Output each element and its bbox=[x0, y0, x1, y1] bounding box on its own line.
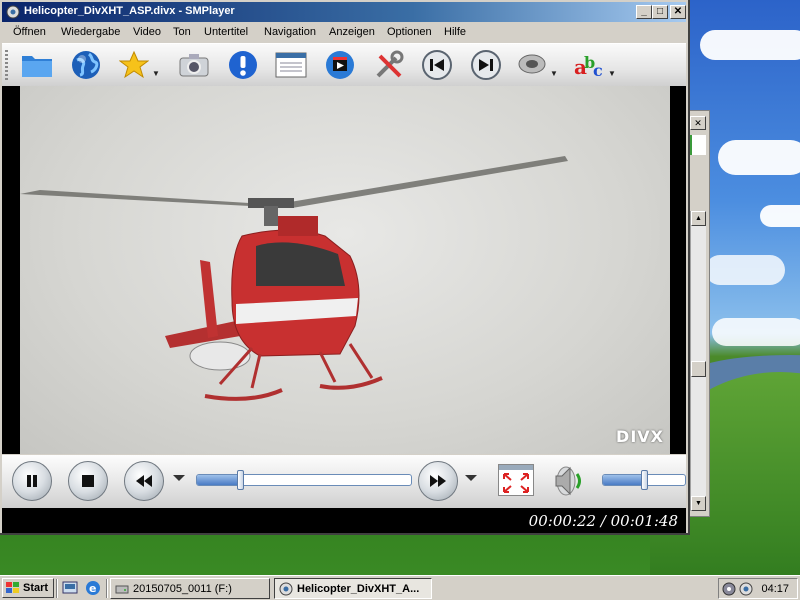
menu-video[interactable]: Video bbox=[133, 26, 161, 38]
fullscreen-icon[interactable] bbox=[498, 464, 534, 496]
svg-text:e: e bbox=[89, 582, 96, 595]
scroll-thumb[interactable] bbox=[691, 361, 706, 377]
minimize-button[interactable]: _ bbox=[636, 5, 652, 19]
menu-help[interactable]: Hilfe bbox=[444, 26, 466, 38]
show-desktop-icon[interactable] bbox=[62, 580, 78, 596]
window-title: Helicopter_DivXHT_ASP.divx - SMPlayer bbox=[24, 5, 235, 17]
clock: 04:17 bbox=[761, 583, 789, 595]
title-bar[interactable]: Helicopter_DivXHT_ASP.divx - SMPlayer _ … bbox=[2, 2, 686, 22]
info-icon[interactable] bbox=[226, 48, 260, 82]
video-area[interactable]: DIVX bbox=[2, 86, 686, 454]
background-window-content bbox=[690, 135, 706, 155]
taskbar-separator bbox=[56, 579, 58, 598]
taskbar-item-label: 20150705_0011 (F:) bbox=[133, 582, 232, 595]
start-button[interactable]: Start bbox=[2, 578, 54, 598]
taskbar-item-label: Helicopter_DivXHT_A... bbox=[297, 582, 420, 595]
menu-open[interactable]: Öffnen bbox=[13, 26, 46, 38]
internet-explorer-icon[interactable]: e bbox=[85, 580, 101, 596]
cloud bbox=[712, 318, 800, 346]
rewind-button[interactable] bbox=[124, 461, 164, 501]
playlist-icon[interactable] bbox=[274, 48, 308, 82]
taskbar-separator bbox=[106, 579, 108, 598]
smplayer-icon bbox=[279, 582, 293, 595]
time-display: 00:00:22 / 00:01:48 bbox=[528, 512, 678, 530]
rewind-icon bbox=[136, 475, 152, 487]
main-toolbar: ▼ ▼ abc ▼ bbox=[2, 43, 686, 86]
pause-button[interactable] bbox=[12, 461, 52, 501]
svg-text:c: c bbox=[593, 61, 603, 80]
camera-icon[interactable] bbox=[177, 48, 211, 82]
chevron-down-icon[interactable]: ▼ bbox=[550, 69, 558, 78]
folder-icon[interactable] bbox=[20, 48, 54, 82]
chevron-down-icon[interactable]: ▼ bbox=[608, 69, 616, 78]
status-bar: 00:00:22 / 00:01:48 bbox=[2, 508, 686, 533]
volume-handle[interactable] bbox=[641, 470, 648, 490]
start-label: Start bbox=[23, 582, 49, 594]
video-frame: DIVX bbox=[20, 86, 670, 454]
chevron-down-icon[interactable]: ▼ bbox=[152, 69, 160, 78]
menu-audio[interactable]: Ton bbox=[173, 26, 191, 38]
tray-smplayer-icon[interactable] bbox=[739, 582, 753, 596]
rewind-options-icon[interactable] bbox=[173, 475, 185, 481]
volume-fill bbox=[603, 475, 644, 485]
smplayer-window: Helicopter_DivXHT_ASP.divx - SMPlayer _ … bbox=[0, 0, 690, 535]
speaker-icon[interactable] bbox=[552, 463, 592, 499]
stop-icon bbox=[82, 475, 94, 487]
cloud bbox=[718, 140, 800, 175]
tray-network-icon[interactable] bbox=[722, 582, 736, 596]
menu-view[interactable]: Anzeigen bbox=[329, 26, 375, 38]
forward-icon bbox=[430, 475, 446, 487]
menu-options[interactable]: Optionen bbox=[387, 26, 432, 38]
pause-icon bbox=[27, 475, 37, 487]
helicopter-image bbox=[20, 156, 568, 401]
seek-handle[interactable] bbox=[237, 470, 245, 490]
forward-options-icon[interactable] bbox=[465, 475, 477, 481]
audio-icon[interactable] bbox=[515, 48, 549, 82]
star-icon[interactable] bbox=[117, 48, 151, 82]
scroll-up-icon[interactable]: ▲ bbox=[691, 211, 706, 226]
toolbar-grip[interactable] bbox=[5, 50, 8, 80]
seek-bar-fill bbox=[197, 475, 241, 485]
scrollbar[interactable]: ▲ ▼ bbox=[690, 211, 706, 511]
previous-icon[interactable] bbox=[420, 48, 454, 82]
seek-bar[interactable] bbox=[196, 474, 412, 486]
globe-icon[interactable] bbox=[69, 48, 103, 82]
smplayer-app-icon bbox=[6, 5, 20, 19]
scroll-down-icon[interactable]: ▼ bbox=[691, 496, 706, 511]
taskbar-item-drive[interactable]: 20150705_0011 (F:) bbox=[110, 578, 270, 599]
windows-logo-icon bbox=[6, 582, 19, 593]
cloud bbox=[700, 30, 800, 60]
taskbar: Start e 20150705_0011 (F:) Helicopter_Di… bbox=[0, 575, 800, 600]
stop-button[interactable] bbox=[68, 461, 108, 501]
tools-icon[interactable] bbox=[372, 48, 406, 82]
close-icon[interactable]: ✕ bbox=[690, 116, 706, 130]
control-bar bbox=[2, 455, 686, 508]
divx-watermark: DIVX bbox=[616, 427, 664, 446]
cloud bbox=[760, 205, 800, 227]
menu-navigation[interactable]: Navigation bbox=[264, 26, 316, 38]
close-button[interactable]: ✕ bbox=[670, 5, 686, 19]
subtitle-abc-icon[interactable]: abc bbox=[572, 48, 606, 82]
forward-button[interactable] bbox=[418, 461, 458, 501]
taskbar-item-smplayer[interactable]: Helicopter_DivXHT_A... bbox=[274, 578, 432, 599]
maximize-button[interactable]: □ bbox=[652, 5, 668, 19]
menu-bar: Öffnen Wiedergabe Video Ton Untertitel N… bbox=[2, 23, 686, 42]
system-tray: 04:17 bbox=[718, 578, 798, 599]
video-clip-icon[interactable] bbox=[323, 48, 357, 82]
menu-subtitles[interactable]: Untertitel bbox=[204, 26, 248, 38]
drive-icon bbox=[115, 585, 129, 593]
menu-playback[interactable]: Wiedergabe bbox=[61, 26, 120, 38]
next-icon[interactable] bbox=[469, 48, 503, 82]
cloud bbox=[705, 255, 785, 285]
